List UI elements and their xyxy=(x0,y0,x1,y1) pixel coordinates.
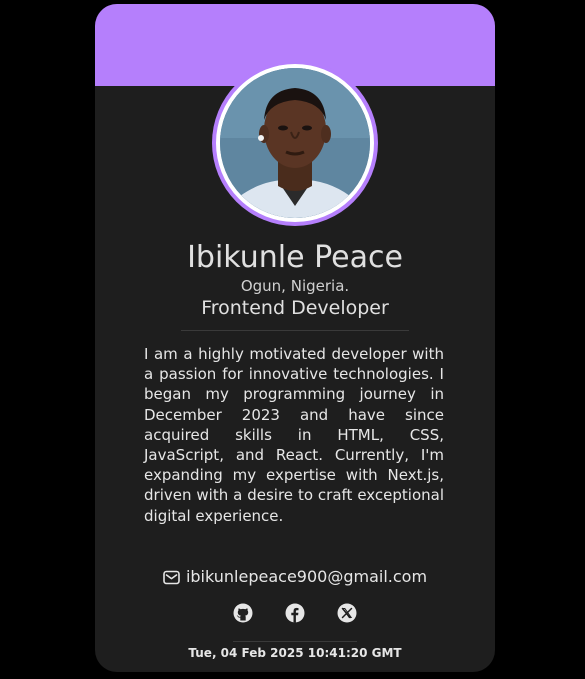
avatar-ring xyxy=(212,60,378,226)
profile-role: Frontend Developer xyxy=(201,297,389,319)
divider xyxy=(181,330,409,331)
email-link[interactable]: ibikunlepeace900@gmail.com xyxy=(95,566,495,588)
envelope-icon xyxy=(163,570,180,584)
timestamp: Tue, 04 Feb 2025 10:41:20 GMT xyxy=(188,646,402,660)
footer-divider xyxy=(233,641,357,642)
avatar xyxy=(216,64,374,222)
avatar-photo xyxy=(220,68,370,218)
x-twitter-icon[interactable] xyxy=(337,603,357,623)
social-links xyxy=(95,603,495,623)
profile-card: Ibikunle Peace Ogun, Nigeria. Frontend D… xyxy=(95,4,495,672)
profile-bio: I am a highly motivated developer with a… xyxy=(144,345,444,525)
email-text: ibikunlepeace900@gmail.com xyxy=(185,567,428,586)
profile-name: Ibikunle Peace xyxy=(187,240,403,275)
facebook-icon[interactable] xyxy=(285,603,305,623)
profile-location: Ogun, Nigeria. xyxy=(240,277,350,295)
github-icon[interactable] xyxy=(233,603,253,623)
